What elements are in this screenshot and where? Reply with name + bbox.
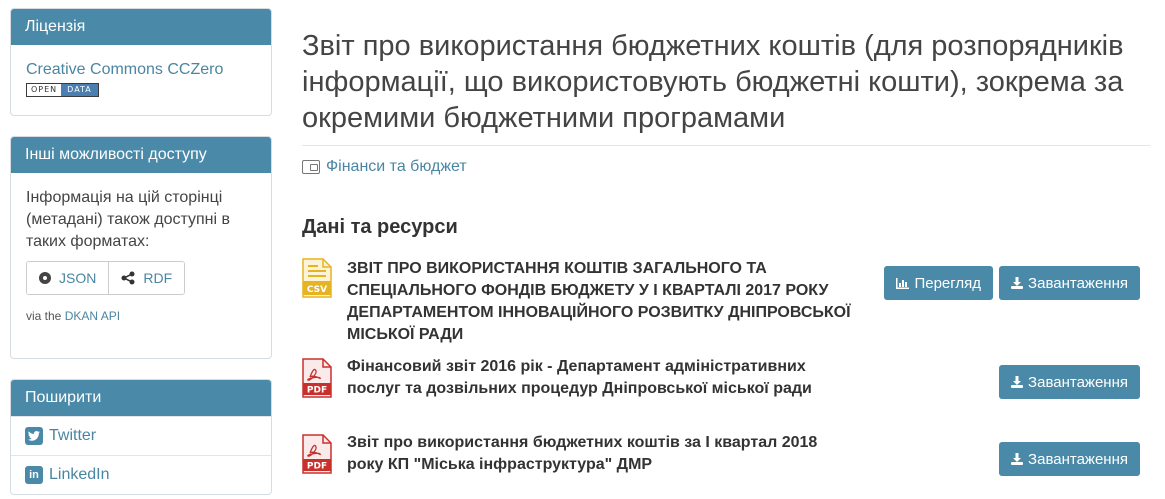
license-heading: Ліцензія <box>11 9 271 45</box>
resource-actions: Перегляд Завантаження <box>884 266 1140 300</box>
rdf-label: RDF <box>143 270 173 286</box>
resource-title[interactable]: Фінансовий звіт 2016 рік - Департамент а… <box>347 356 857 400</box>
access-panel: Інші можливості доступу Інформація на ці… <box>10 136 272 359</box>
share-linkedin[interactable]: in LinkedIn <box>11 455 271 494</box>
open-data-badge-right: DATA <box>61 84 98 96</box>
download-button[interactable]: Завантаження <box>999 266 1140 300</box>
json-icon <box>39 272 51 284</box>
share-twitter[interactable]: Twitter <box>11 416 271 455</box>
bar-chart-icon <box>896 277 910 289</box>
wallet-icon <box>302 160 320 174</box>
main-content: Звіт про використання бюджетних коштів (… <box>302 28 1150 476</box>
resource-actions: Завантаження <box>999 365 1140 399</box>
download-icon <box>1011 453 1024 465</box>
topic-label: Фінанси та бюджет <box>326 158 467 175</box>
section-title: Дані та ресурси <box>302 216 458 238</box>
preview-button[interactable]: Перегляд <box>884 266 994 300</box>
license-link[interactable]: Creative Commons CCZero <box>26 61 256 79</box>
json-button[interactable]: JSON <box>27 262 109 294</box>
pdf-file-icon: PDF <box>302 358 332 398</box>
dkan-api-link[interactable]: DKAN API <box>65 309 120 323</box>
topic-link[interactable]: Фінанси та бюджет <box>302 158 1150 176</box>
rdf-button[interactable]: RDF <box>108 262 185 294</box>
json-label: JSON <box>59 270 97 286</box>
resource-actions: Завантаження <box>999 442 1140 476</box>
open-data-badge[interactable]: OPEN DATA <box>26 83 99 97</box>
csv-icon-label: CSV <box>307 285 327 295</box>
format-button-group: JSON RDF <box>26 261 186 295</box>
download-label: Завантаження <box>1028 274 1128 292</box>
pdf-icon-label: PDF <box>307 462 327 472</box>
share-heading: Поширити <box>11 380 271 416</box>
twitter-icon <box>25 427 43 445</box>
pdf-icon-label: PDF <box>307 386 327 396</box>
download-button[interactable]: Завантаження <box>999 365 1140 399</box>
resource-title[interactable]: ЗВІТ ПРО ВИКОРИСТАННЯ КОШТІВ ЗАГАЛЬНОГО … <box>347 258 857 346</box>
download-label: Завантаження <box>1028 373 1128 391</box>
open-data-badge-left: OPEN <box>27 84 62 96</box>
preview-label: Перегляд <box>914 274 982 292</box>
share-twitter-label: Twitter <box>49 427 97 444</box>
pdf-file-icon: PDF <box>302 434 332 474</box>
page-title: Звіт про використання бюджетних коштів (… <box>302 28 1150 146</box>
share-panel: Поширити Twitter in LinkedIn <box>10 379 272 495</box>
download-icon <box>1011 277 1024 289</box>
share-linkedin-label: LinkedIn <box>49 466 110 483</box>
share-nodes-icon <box>121 271 135 285</box>
access-heading: Інші можливості доступу <box>11 137 271 173</box>
license-panel: Ліцензія Creative Commons CCZero OPEN DA… <box>10 8 272 116</box>
download-icon <box>1011 376 1024 388</box>
sidebar: Ліцензія Creative Commons CCZero OPEN DA… <box>10 8 272 495</box>
download-button[interactable]: Завантаження <box>999 442 1140 476</box>
api-note: via the DKAN API <box>26 309 256 323</box>
resource-title[interactable]: Звіт про використання бюджетних коштів з… <box>347 432 857 476</box>
download-label: Завантаження <box>1028 450 1128 468</box>
api-note-prefix: via the <box>26 309 62 323</box>
linkedin-icon: in <box>25 466 43 484</box>
access-description: Інформація на цій сторінці (метадані) та… <box>26 189 230 250</box>
csv-file-icon: CSV <box>302 258 332 298</box>
